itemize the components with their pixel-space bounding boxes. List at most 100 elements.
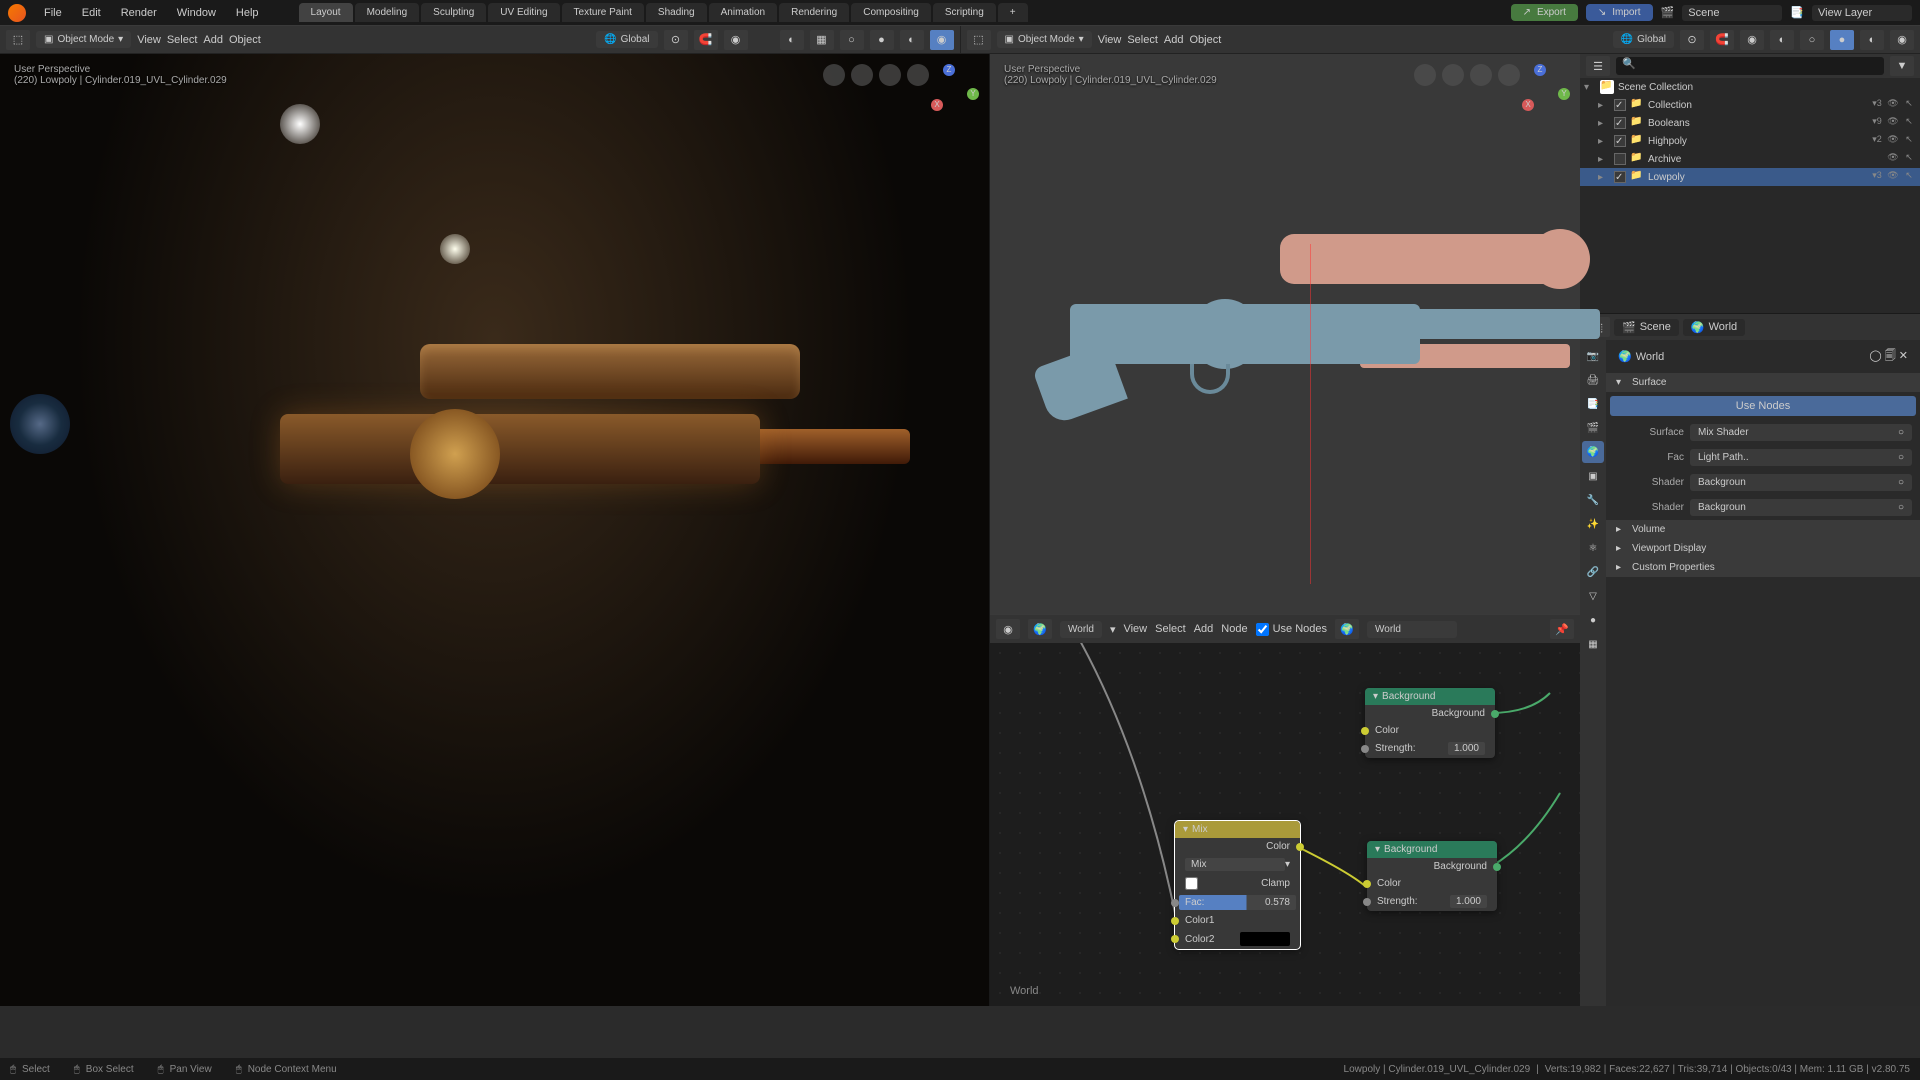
shader-field[interactable]: Backgroun ○: [1690, 499, 1912, 516]
viewport-solid[interactable]: User Perspective (220) Lowpoly | Cylinde…: [990, 54, 1580, 614]
tab-layout[interactable]: Layout: [299, 3, 353, 22]
axis-y-icon[interactable]: Y: [967, 88, 979, 100]
outliner-type-icon[interactable]: ☰: [1586, 56, 1610, 76]
orientation-right[interactable]: 🌐 Global: [1613, 31, 1674, 48]
shading-rendered-r-icon[interactable]: ◉: [1890, 30, 1914, 50]
tab-modifier-icon[interactable]: 🔧: [1582, 489, 1604, 511]
world-datablock[interactable]: World: [1367, 621, 1457, 638]
world-shader-icon[interactable]: 🌍: [1028, 619, 1052, 639]
camera-icon[interactable]: [1442, 64, 1464, 86]
node-background-2[interactable]: ▾ Background Background Color Strength:1…: [1367, 841, 1497, 911]
scene-selector[interactable]: Scene: [1682, 5, 1782, 21]
eye-icon[interactable]: 👁: [1886, 152, 1900, 166]
nav-gizmo-left[interactable]: Z Y X: [919, 64, 979, 124]
tab-uv-editing[interactable]: UV Editing: [488, 3, 559, 22]
shading-wire-r-icon[interactable]: ○: [1800, 30, 1824, 50]
tab-compositing[interactable]: Compositing: [851, 3, 931, 22]
nav-gizmo-right[interactable]: Z Y X: [1510, 64, 1570, 124]
tab-data-icon[interactable]: ▽: [1582, 585, 1604, 607]
collection-row[interactable]: ▸✓📁Highpoly ▾2👁↖: [1580, 132, 1920, 150]
scene-pill[interactable]: 🎬 Scene: [1614, 319, 1679, 336]
import-button[interactable]: ↘ Import: [1586, 4, 1653, 21]
menu-edit[interactable]: Edit: [72, 0, 111, 25]
tab-rendering[interactable]: Rendering: [779, 3, 849, 22]
orientation-left[interactable]: 🌐 Global: [596, 31, 657, 48]
eye-icon[interactable]: 👁: [1886, 134, 1900, 148]
cursor-icon[interactable]: ↖: [1902, 98, 1916, 112]
axis-z-icon[interactable]: Z: [943, 64, 955, 76]
tab-physics-icon[interactable]: ⚛: [1582, 537, 1604, 559]
node-node-menu[interactable]: Node: [1221, 623, 1247, 635]
add-menu-left[interactable]: Add: [203, 34, 223, 46]
add-menu-right[interactable]: Add: [1164, 34, 1184, 46]
node-mix[interactable]: ▾ Mix Color Mix ▾ Clamp Fac:0.578 Color1…: [1175, 821, 1300, 949]
camera-icon[interactable]: [851, 64, 873, 86]
collection-row[interactable]: ▸✓📁Collection ▾3👁↖: [1580, 96, 1920, 114]
tab-animation[interactable]: Animation: [709, 3, 777, 22]
axis-x-icon[interactable]: X: [1522, 99, 1534, 111]
world-data-icon[interactable]: 🌍: [1335, 619, 1359, 639]
viewport-display-panel-header[interactable]: ▸Viewport Display: [1606, 539, 1920, 558]
pan-icon[interactable]: [879, 64, 901, 86]
select-menu-right[interactable]: Select: [1127, 34, 1158, 46]
overlays-icon[interactable]: ◐: [780, 30, 804, 50]
view-menu-left[interactable]: View: [137, 34, 161, 46]
pin-icon[interactable]: 📌: [1550, 619, 1574, 639]
grid-toggle-icon[interactable]: [823, 64, 845, 86]
shading-matdev-icon[interactable]: ◐: [900, 30, 924, 50]
xray-icon[interactable]: ▦: [810, 30, 834, 50]
collection-row-selected[interactable]: ▸✓📁Lowpoly ▾3👁↖: [1580, 168, 1920, 186]
use-nodes-button[interactable]: Use Nodes: [1610, 396, 1916, 416]
pivot-icon[interactable]: ⊙: [664, 30, 688, 50]
viewport-rendered[interactable]: User Perspective (220) Lowpoly | Cylinde…: [0, 54, 990, 1006]
axis-z-icon[interactable]: Z: [1534, 64, 1546, 76]
blend-mode-select[interactable]: Mix: [1185, 858, 1285, 871]
node-add-menu[interactable]: Add: [1194, 623, 1214, 635]
select-menu-left[interactable]: Select: [167, 34, 198, 46]
mode-selector-right[interactable]: ▣ Object Mode ▾: [997, 31, 1092, 48]
world-dropdown[interactable]: World: [1060, 621, 1102, 638]
blender-logo-icon[interactable]: [8, 4, 26, 22]
tab-texture-icon[interactable]: ▦: [1582, 633, 1604, 655]
view-menu-right[interactable]: View: [1098, 34, 1122, 46]
tab-scripting[interactable]: Scripting: [933, 3, 996, 22]
custom-props-panel-header[interactable]: ▸Custom Properties: [1606, 558, 1920, 577]
collection-row[interactable]: ▸📁Archive 👁↖: [1580, 150, 1920, 168]
color2-swatch[interactable]: [1240, 932, 1290, 946]
menu-render[interactable]: Render: [111, 0, 167, 25]
pivot-icon-r[interactable]: ⊙: [1680, 30, 1704, 50]
use-nodes-toggle[interactable]: Use Nodes: [1256, 623, 1327, 636]
outliner-search[interactable]: 🔍: [1616, 57, 1884, 75]
axis-x-icon[interactable]: X: [931, 99, 943, 111]
menu-window[interactable]: Window: [167, 0, 226, 25]
node-canvas[interactable]: ▾ Background Background Color Strength:1…: [990, 643, 1580, 1007]
proportional-icon-r[interactable]: ◉: [1740, 30, 1764, 50]
tab-texture-paint[interactable]: Texture Paint: [562, 3, 644, 22]
fac-field[interactable]: Light Path.. ○: [1690, 449, 1912, 466]
eye-icon[interactable]: 👁: [1886, 98, 1900, 112]
node-select-menu[interactable]: Select: [1155, 623, 1186, 635]
cursor-icon[interactable]: ↖: [1902, 134, 1916, 148]
shading-matdev-r-icon[interactable]: ◐: [1860, 30, 1884, 50]
mode-selector-left[interactable]: ▣ Object Mode ▾: [36, 31, 131, 48]
editor-type-icon[interactable]: ⬚: [6, 30, 30, 50]
shading-rendered-icon[interactable]: ◉: [930, 30, 954, 50]
world-pill[interactable]: 🌍 World: [1683, 319, 1745, 336]
fac-slider[interactable]: Fac:0.578: [1179, 895, 1296, 910]
cursor-icon[interactable]: ↖: [1902, 116, 1916, 130]
clamp-checkbox[interactable]: [1185, 877, 1198, 890]
cursor-icon[interactable]: ↖: [1902, 170, 1916, 184]
node-background-1[interactable]: ▾ Background Background Color Strength:1…: [1365, 688, 1495, 758]
menu-file[interactable]: File: [34, 0, 72, 25]
shading-solid-r-icon[interactable]: ●: [1830, 30, 1854, 50]
tab-sculpting[interactable]: Sculpting: [421, 3, 486, 22]
shader-field[interactable]: Backgroun ○: [1690, 474, 1912, 491]
tab-add[interactable]: +: [998, 3, 1028, 22]
overlays-icon-r[interactable]: ◐: [1770, 30, 1794, 50]
collection-row[interactable]: ▸✓📁Booleans ▾9👁↖: [1580, 114, 1920, 132]
object-menu-right[interactable]: Object: [1190, 34, 1222, 46]
node-title[interactable]: ▾ Background: [1365, 688, 1495, 705]
editor-type-node-icon[interactable]: ◉: [996, 619, 1020, 639]
tab-world-icon[interactable]: 🌍: [1582, 441, 1604, 463]
editor-type-icon-r[interactable]: ⬚: [967, 30, 991, 50]
